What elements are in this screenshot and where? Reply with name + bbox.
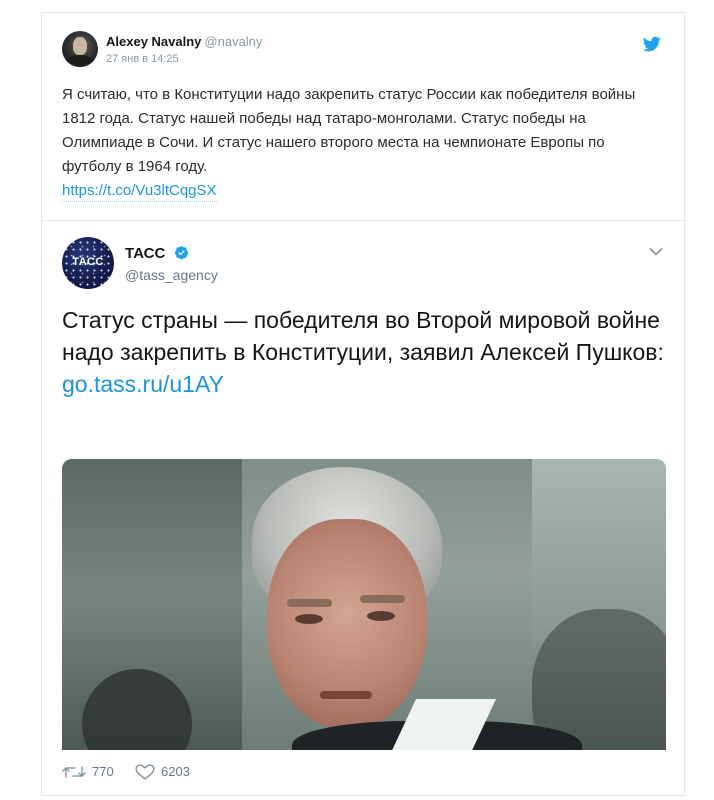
quoted-tweet-link[interactable]: go.tass.ru/u1AY [62,371,224,397]
tweet-card: Alexey Navalny @navalny 27 янв в 14:25 Я … [41,12,685,796]
tweet-text: Я считаю, что в Конституции надо закрепи… [62,86,636,175]
like-count: 6203 [161,764,190,779]
quoted-display-name[interactable]: ТАСС [125,245,165,262]
author-handle[interactable]: @navalny [204,34,262,49]
heart-icon[interactable] [135,764,155,780]
retweet-icon[interactable] [62,764,86,780]
tass-logo-text: ТАСС [72,256,104,268]
tweet-timestamp[interactable]: 27 янв в 14:25 [106,53,179,65]
quoted-tweet-text: Статус страны — победителя во Второй мир… [62,307,664,365]
quoted-tweet-photo[interactable] [62,459,666,750]
tweet-body: Я считаю, что в Конституции надо закрепи… [62,83,667,203]
retweet-count: 770 [92,764,114,779]
tass-logo-avatar[interactable]: ТАСС [62,237,114,289]
author-display-name[interactable]: Alexey Navalny [106,34,201,49]
quoted-tweet-body: Статус страны — победителя во Второй мир… [62,304,672,400]
quoted-author-handle[interactable]: @tass_agency [125,267,218,283]
verified-badge-icon [174,246,188,260]
tweet-link[interactable]: https://t.co/Vu3ltCqgSX [62,181,217,202]
tweet-header: Alexey Navalny @navalny 27 янв в 14:25 [62,31,662,71]
chevron-down-icon[interactable] [649,247,663,257]
twitter-bird-icon[interactable] [642,35,662,53]
quoted-author-name[interactable]: ТАСС [125,245,189,262]
author-avatar[interactable] [62,31,98,67]
author-name-line: Alexey Navalny @navalny [106,34,262,49]
quoted-tweet[interactable]: ТАСС ТАСС @tass_agency Статус страны — п… [42,220,684,750]
